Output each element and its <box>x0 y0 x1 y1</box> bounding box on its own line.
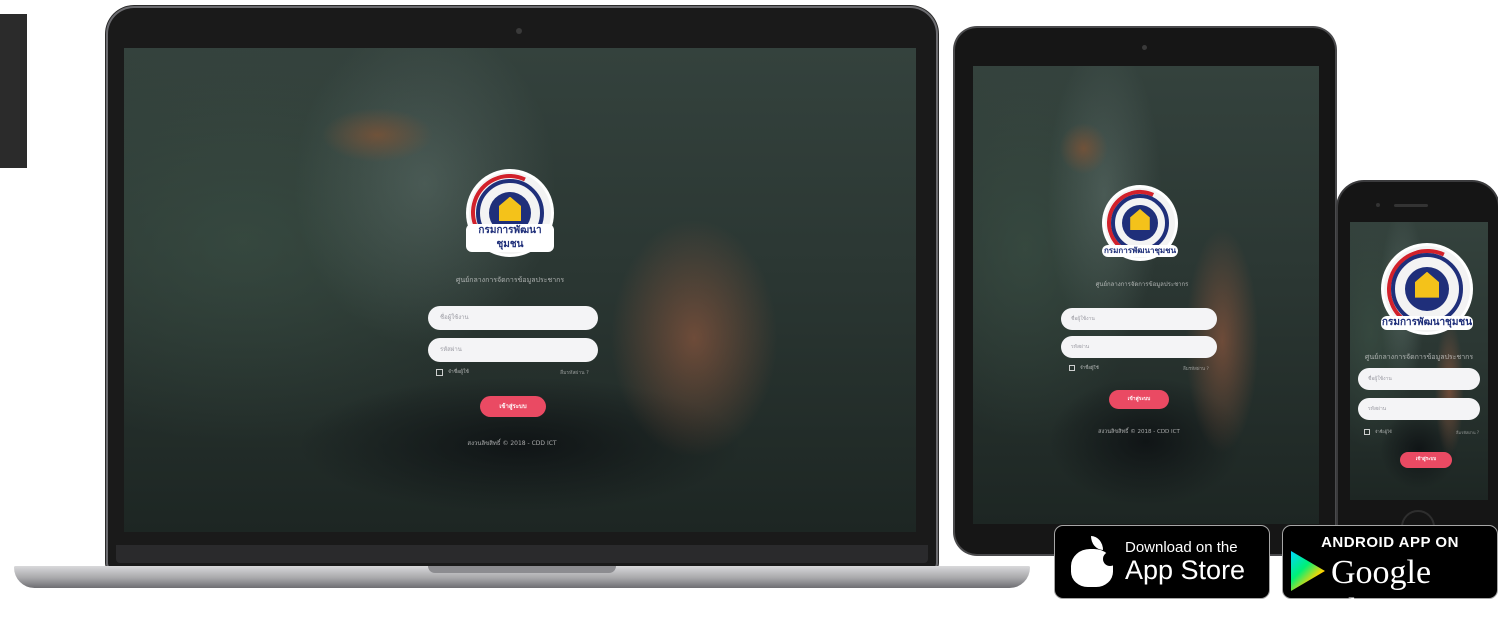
remember-label: จำชื่อผู้ใช้ <box>1080 366 1099 371</box>
logo-text: กรมการพัฒนาชุมชน <box>1102 244 1178 257</box>
organization-logo: กรมการพัฒนาชุมชน <box>1375 237 1479 341</box>
forgot-password-link[interactable]: ลืมรหัสผ่าน ? <box>1456 429 1479 436</box>
page-subtitle: ศูนย์กลางการจัดการข้อมูลประชากร <box>455 276 565 284</box>
apple-icon <box>1069 536 1117 588</box>
speaker-grille <box>1394 204 1428 207</box>
logo-text: กรมการพัฒนาชุมชน <box>465 224 555 253</box>
camera-icon <box>1142 45 1147 50</box>
password-input[interactable]: รหัสผ่าน <box>428 338 598 362</box>
camera-icon <box>1376 203 1380 207</box>
remember-checkbox[interactable]: จำชื่อผู้ใช้ <box>1364 428 1392 435</box>
laptop-notch <box>428 566 616 573</box>
copyright-text: สงวนลิขสิทธิ์ © 2018 - CDD ICT <box>1098 429 1180 435</box>
remember-label: จำชื่อผู้ใช้ <box>1375 429 1392 434</box>
username-input[interactable]: ชื่อผู้ใช้งาน <box>1061 308 1217 330</box>
app-store-badge[interactable]: Download on the App Store <box>1054 525 1270 599</box>
laptop-base <box>14 566 1030 588</box>
page-subtitle: ศูนย์กลางการจัดการข้อมูลประชากร <box>1364 353 1474 361</box>
google-play-badge[interactable]: ANDROID APP ON Google play <box>1282 525 1498 629</box>
login-button[interactable]: เข้าสู่ระบบ <box>1109 390 1169 409</box>
forgot-password-link[interactable]: ลืมรหัสผ่าน ? <box>560 369 589 377</box>
tablet-login-screen: กรมการพัฒนาชุมชน ศูนย์กลางการจัดการข้อมู… <box>973 66 1319 524</box>
laptop-login-screen: กรมการพัฒนาชุมชน ศูนย์กลางการจัดการข้อมู… <box>124 48 916 532</box>
username-input[interactable]: ชื่อผู้ใช้งาน <box>428 306 598 330</box>
logo-text: กรมการพัฒนาชุมชน <box>1380 316 1474 331</box>
page-subtitle: ศูนย์กลางการจัดการข้อมูลประชากร <box>1095 281 1189 288</box>
login-button[interactable]: เข้าสู่ระบบ <box>1400 452 1452 468</box>
remember-label: จำชื่อผู้ใช้ <box>448 369 469 375</box>
google-play-icon <box>1291 551 1325 591</box>
checkbox-icon[interactable] <box>436 368 443 376</box>
side-tab[interactable] <box>0 14 27 168</box>
camera-icon <box>516 28 522 34</box>
copyright-text: สงวนลิขสิทธิ์ © 2018 - CDD ICT <box>467 440 557 447</box>
remember-checkbox[interactable]: จำชื่อผู้ใช้ <box>436 368 469 376</box>
remember-checkbox[interactable]: จำชื่อผู้ใช้ <box>1069 364 1099 371</box>
password-input[interactable]: รหัสผ่าน <box>1061 336 1217 358</box>
google-play-bottom-text: Google play <box>1331 554 1432 629</box>
login-button[interactable]: เข้าสู่ระบบ <box>480 396 546 417</box>
organization-logo: กรมการพัฒนาชุมชน <box>1097 180 1183 266</box>
app-store-small-text: Download on the <box>1125 538 1238 556</box>
organization-logo: กรมการพัฒนาชุมชน <box>460 163 560 263</box>
forgot-password-link[interactable]: ลืมรหัสผ่าน ? <box>1183 365 1209 372</box>
checkbox-icon[interactable] <box>1069 364 1075 371</box>
app-store-big-text: App Store <box>1125 554 1246 585</box>
username-input[interactable]: ชื่อผู้ใช้งาน <box>1358 368 1480 390</box>
checkbox-icon[interactable] <box>1364 428 1370 435</box>
password-input[interactable]: รหัสผ่าน <box>1358 398 1480 420</box>
laptop-chin <box>116 545 928 563</box>
google-play-top-text: ANDROID APP ON <box>1321 534 1459 551</box>
phone-login-screen: กรมการพัฒนาชุมชน ศูนย์กลางการจัดการข้อมู… <box>1350 222 1488 500</box>
